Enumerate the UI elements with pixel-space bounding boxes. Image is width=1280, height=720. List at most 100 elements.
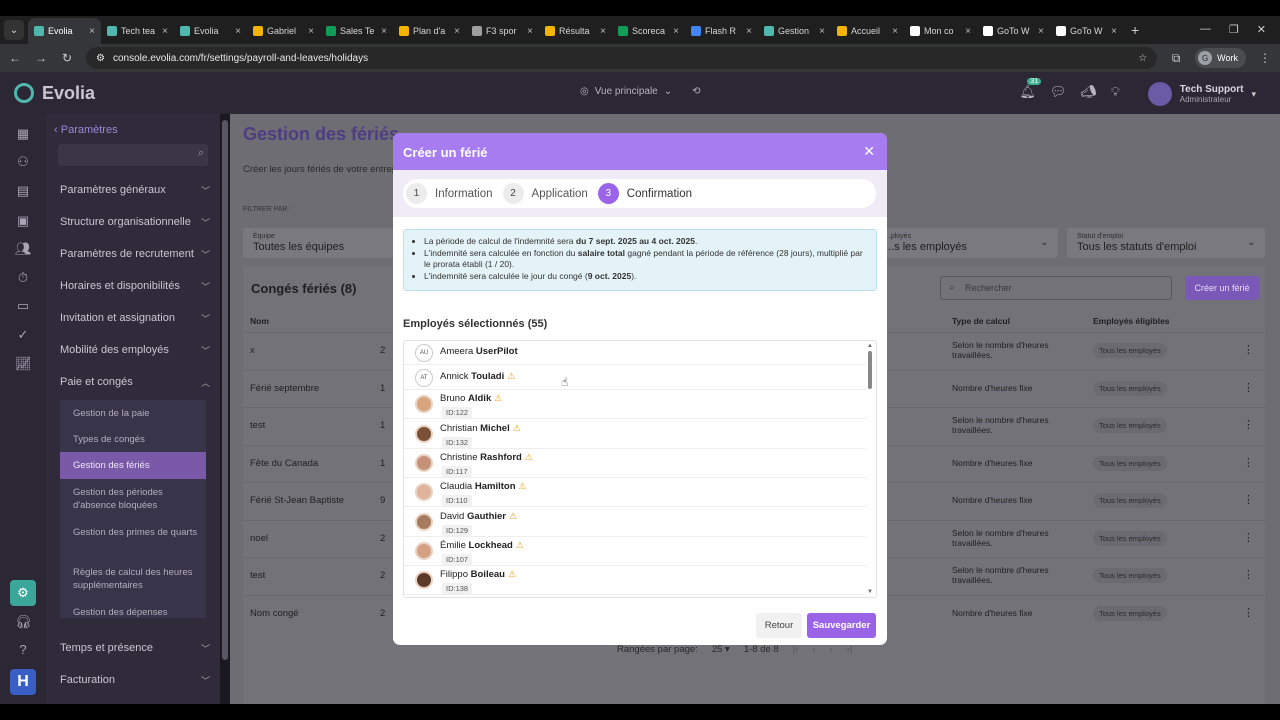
sidebar-subitem[interactable]: Gestion des périodes d'absence bloquées (73, 486, 201, 512)
browser-tab[interactable]: Evolia × (174, 18, 247, 44)
kebab-menu-icon[interactable]: ⋮ (1243, 343, 1254, 356)
sync-icon[interactable]: ⟲ (692, 86, 700, 97)
tab-close-icon[interactable]: × (381, 26, 387, 37)
calendar-icon[interactable]: ▤ (15, 183, 31, 199)
kebab-menu-icon[interactable]: ⋮ (1243, 381, 1254, 394)
employee-row[interactable]: AU Ameera UserPilot (404, 341, 866, 365)
save-button[interactable]: Sauvegarder (807, 613, 876, 638)
url-field[interactable]: ⚙ console.evolia.com/fr/settings/payroll… (86, 47, 1158, 69)
col-calc[interactable]: Type de calcul (952, 316, 1010, 326)
back-button[interactable]: Retour (756, 613, 802, 638)
sidebar-subitem[interactable]: Règles de calcul des heures supplémentai… (73, 566, 201, 592)
lightbulb-icon[interactable]: 💡︎ (1111, 84, 1120, 100)
prev-page-icon[interactable]: ‹ (812, 644, 815, 655)
tab-close-icon[interactable]: × (965, 26, 971, 37)
browser-tab[interactable]: Résulta × (539, 18, 612, 44)
employee-list[interactable]: AU Ameera UserPilot AT Annick Touladi ⚠ Bruno… (403, 340, 877, 598)
tab-close-icon[interactable]: × (1038, 26, 1044, 37)
check-icon[interactable]: ✓ (15, 327, 31, 343)
back-arrow-icon[interactable]: ← (8, 51, 22, 65)
scroll-up-icon[interactable]: ▲ (867, 343, 873, 349)
scroll-thumb[interactable] (868, 351, 872, 389)
browser-tab[interactable]: Mon co × (904, 18, 977, 44)
tab-close-icon[interactable]: × (600, 26, 606, 37)
announcement-icon[interactable]: 📣︎ (1080, 84, 1097, 100)
browser-tab[interactable]: F3 spor × (466, 18, 539, 44)
browser-tab[interactable]: Flash R × (685, 18, 758, 44)
step-3[interactable]: 3 Confirmation (597, 183, 692, 204)
forward-arrow-icon[interactable]: → (34, 51, 48, 65)
help-icon[interactable]: ? (15, 642, 31, 658)
kebab-menu-icon[interactable]: ⋮ (1243, 568, 1254, 581)
browser-tab[interactable]: Scoreca × (612, 18, 685, 44)
sidebar-subitem[interactable]: Gestion de la paie (73, 407, 201, 420)
profile-chip[interactable]: G Work (1195, 48, 1246, 68)
settings-icon[interactable]: ⚙ (10, 580, 36, 606)
chat-icon[interactable]: 💬︎ (1050, 84, 1067, 100)
sidebar-search-input[interactable]: ⌕ (58, 144, 208, 166)
sidebar-subitem[interactable]: Types de congés (73, 433, 201, 446)
kebab-menu-icon[interactable]: ⋮ (1243, 493, 1254, 506)
dashboard-icon[interactable]: ▦ (15, 126, 31, 142)
sidebar-section[interactable]: Invitation et assignation ﹀ (60, 312, 210, 325)
tab-close-icon[interactable]: × (454, 26, 460, 37)
headset-icon[interactable]: 🎧︎ (15, 614, 32, 630)
tab-close-icon[interactable]: × (162, 26, 168, 37)
status-filter[interactable]: Statut d'emploi Tous les statuts d'emplo… (1067, 228, 1265, 258)
browser-tab[interactable]: Gabriel × (247, 18, 320, 44)
browser-tab[interactable]: Gestion × (758, 18, 831, 44)
employee-list-scrollbar[interactable]: ▲ ▼ (865, 341, 875, 597)
tab-close-icon[interactable]: × (1111, 26, 1117, 37)
tab-search-icon[interactable]: ⌄ (4, 20, 24, 40)
close-icon[interactable]: ✕ (863, 143, 875, 160)
app-logo[interactable]: Evolia (0, 83, 95, 104)
tab-close-icon[interactable]: × (308, 26, 314, 37)
holiday-search-input[interactable]: ⌕ Rechercher (940, 276, 1172, 300)
h-logo-icon[interactable]: H (10, 669, 36, 695)
rows-per-page-select[interactable]: 25 ▾ (712, 644, 730, 655)
browser-tab[interactable]: Sales Te × (320, 18, 393, 44)
browser-menu-icon[interactable]: ⋮ (1258, 51, 1272, 65)
view-selector[interactable]: ◎ Vue principale ⌄ ⟲ (580, 86, 701, 97)
employee-row[interactable]: David Gauthier ⚠ ID:129 (404, 508, 866, 537)
browser-tab[interactable]: Plan d'a × (393, 18, 466, 44)
browser-tab[interactable]: Tech tea × (101, 18, 174, 44)
team-filter[interactable]: Équipe Toutes les équipes (243, 228, 413, 258)
reload-icon[interactable]: ↻ (60, 51, 74, 65)
employee-row[interactable]: Christian Michel ⚠ ID:132 (404, 420, 866, 449)
sidebar-section[interactable]: Paramètres généraux ﹀ (60, 184, 210, 197)
extensions-icon[interactable]: ⧉ (1169, 51, 1183, 66)
employee-row[interactable]: Filippo Boileau ⚠ ID:138 (404, 566, 866, 595)
scroll-down-icon[interactable]: ▼ (867, 589, 873, 595)
minimize-icon[interactable]: — (1200, 23, 1211, 36)
tab-close-icon[interactable]: × (673, 26, 679, 37)
sidebar-scrollbar[interactable] (220, 114, 230, 704)
employee-row[interactable]: Claudia Hamilton ⚠ ID:110 (404, 478, 866, 507)
bookmark-star-icon[interactable]: ☆ (1138, 53, 1147, 64)
restore-icon[interactable]: ❐ (1229, 23, 1239, 36)
sidebar-subitem[interactable]: Gestion des primes de quarts (73, 526, 201, 539)
sidebar-section[interactable]: Mobilité des employés ﹀ (60, 344, 210, 357)
sidebar-subitem[interactable]: Gestion des fériés (60, 452, 206, 479)
first-page-icon[interactable]: |‹ (793, 644, 799, 655)
kebab-menu-icon[interactable]: ⋮ (1243, 606, 1254, 619)
employee-filter[interactable]: ...ployés ...s les employés ⌄ (875, 228, 1058, 258)
browser-tab[interactable]: GoTo W × (977, 18, 1050, 44)
col-name[interactable]: Nom (250, 316, 269, 326)
tab-close-icon[interactable]: × (892, 26, 898, 37)
kebab-menu-icon[interactable]: ⋮ (1243, 418, 1254, 431)
reports-icon[interactable]: 📈︎ (15, 356, 32, 372)
col-eligible[interactable]: Employés éligibles (1093, 316, 1170, 326)
user-menu[interactable]: Tech Support Administrateur ▾ (1147, 82, 1256, 106)
tab-close-icon[interactable]: × (819, 26, 825, 37)
tab-close-icon[interactable]: × (89, 26, 95, 37)
employee-row[interactable]: Bruno Aldik ⚠ ID:122 (404, 390, 866, 419)
new-tab-button[interactable]: + (1123, 22, 1147, 44)
create-holiday-button[interactable]: Créer un férié (1185, 276, 1259, 300)
site-info-icon[interactable]: ⚙ (96, 53, 105, 64)
sidebar-section[interactable]: Temps et présence ﹀ (60, 642, 210, 655)
sidebar-subitem[interactable]: Gestion des dépenses (73, 606, 201, 619)
bell-icon[interactable]: 🔔︎ 31 (1019, 78, 1042, 100)
kebab-menu-icon[interactable]: ⋮ (1243, 531, 1254, 544)
tab-close-icon[interactable]: × (235, 26, 241, 37)
